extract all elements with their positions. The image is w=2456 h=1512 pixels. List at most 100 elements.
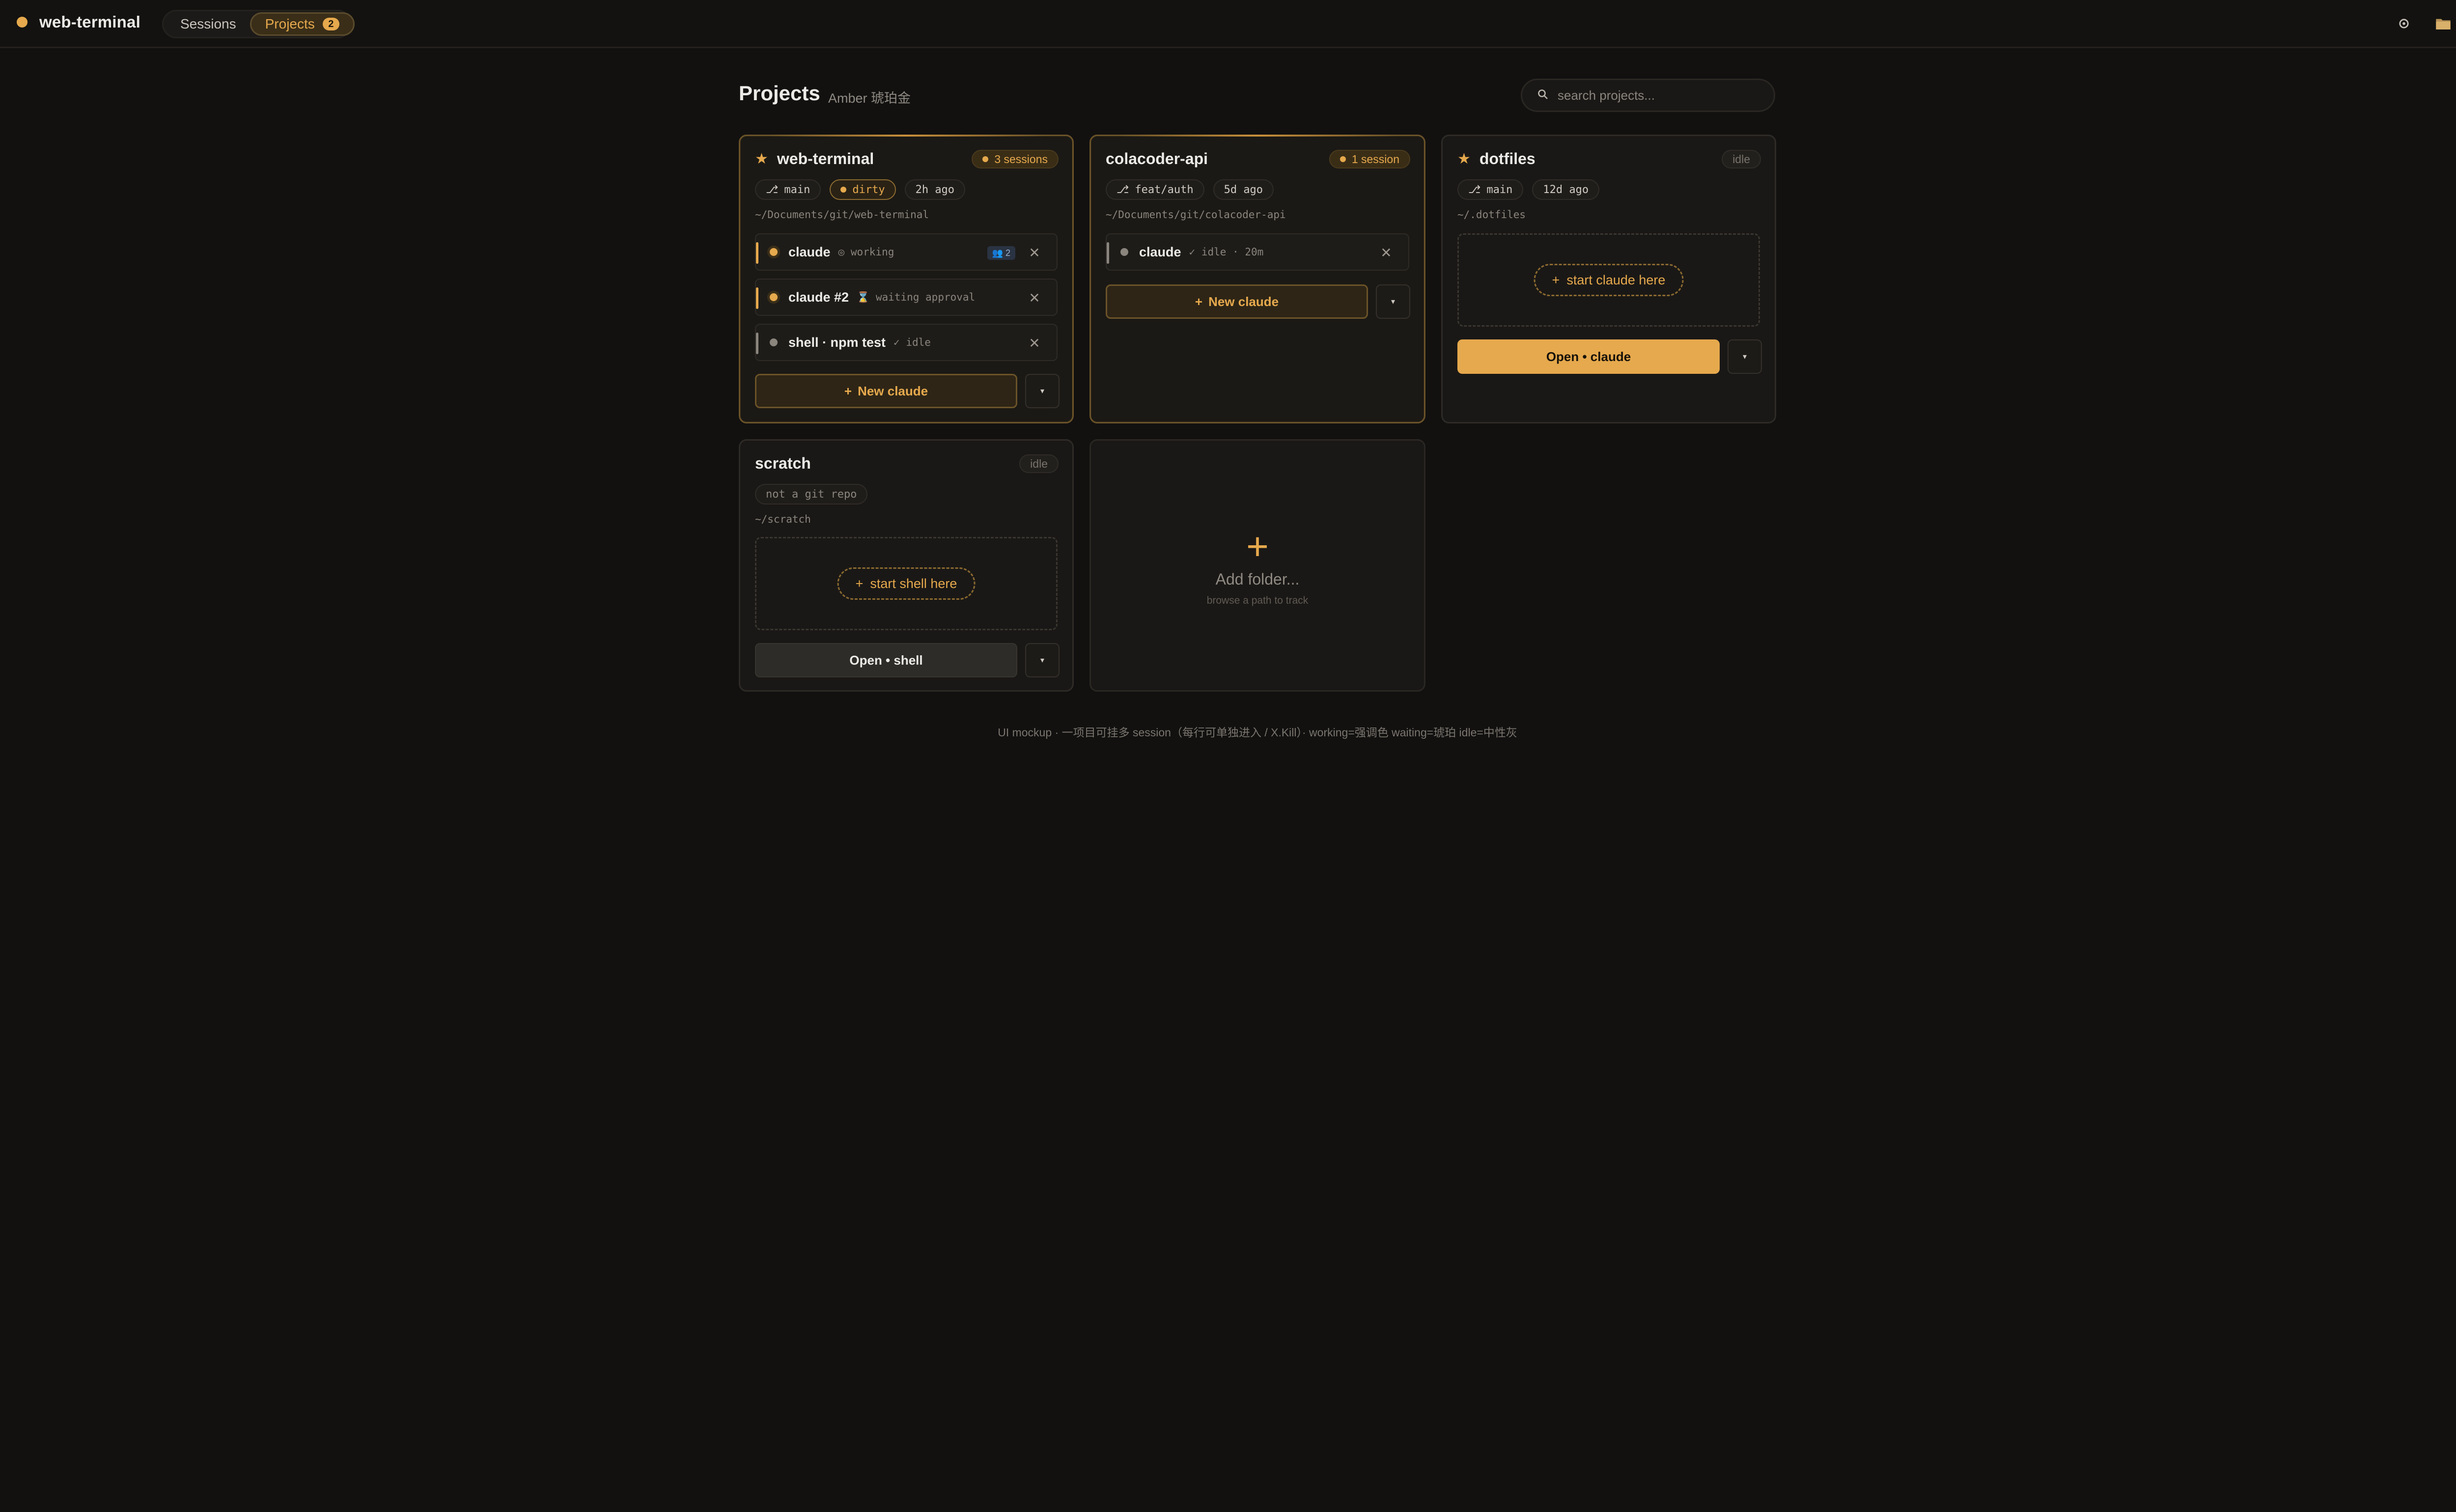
project-name: colacoder-api [1106,150,1208,168]
star-icon[interactable]: ★ [1457,150,1471,168]
folder-icon[interactable] [2434,15,2452,32]
empty-session-area: + start shell here [755,537,1058,630]
close-icon[interactable]: ✕ [1027,336,1042,351]
new-claude-button[interactable]: + New claude [755,374,1017,408]
project-path: ~/Documents/git/web-terminal [755,209,929,221]
idle-label: idle [1030,457,1048,470]
plus-icon: + [1552,272,1560,287]
search-input[interactable] [1558,87,1754,103]
project-path: ~/.dotfiles [1457,209,1526,221]
project-title: ★ dotfiles [1457,150,1535,168]
settings-icon[interactable] [2395,15,2413,32]
start-claude-button[interactable]: + start claude here [1534,264,1684,296]
more-options-button[interactable]: ▾ [1025,643,1060,677]
plus-icon: + [1195,294,1203,309]
more-options-button[interactable]: ▾ [1376,284,1410,319]
session-status-dot-icon [770,293,778,301]
git-chips: ⎇ main dirty 2h ago [755,179,966,200]
add-folder-card[interactable]: + Add folder... browse a path to track [1089,439,1425,692]
start-shell-button[interactable]: + start shell here [837,567,976,600]
session-state: ⌛ waiting approval [857,291,975,304]
not-git-label: not a git repo [766,488,857,501]
open-claude-label: Open • claude [1546,349,1631,364]
empty-session-area: + start claude here [1457,233,1760,327]
session-state: ✓ idle · 20m [1189,246,1264,258]
project-title: colacoder-api [1106,150,1208,168]
plus-icon: + [855,576,864,591]
status-dot-icon [982,156,989,162]
close-icon[interactable]: ✕ [1379,245,1394,260]
project-card-colacoder-api[interactable]: colacoder-api 1 session ⎇ feat/auth 5d ag… [1089,135,1425,423]
page-title: Projects [739,82,820,105]
session-status-dot-icon [770,338,778,346]
caret-down-icon: ▾ [1040,656,1045,665]
project-path: ~/scratch [755,513,811,525]
caret-down-icon: ▾ [1742,353,1747,361]
project-card-dotfiles[interactable]: ★ dotfiles idle ⎇ main 12d ago ~/.dotfile… [1441,135,1776,423]
tab-sessions-label: Sessions [180,16,236,31]
session-name: shell · npm test [788,335,886,350]
session-state-label: waiting approval [875,291,976,303]
not-git-chip: not a git repo [755,484,868,504]
session-row[interactable]: claude #2 ⌛ waiting approval ✕ [755,279,1058,316]
search-icon [1537,88,1549,103]
plus-icon: + [844,383,852,398]
footnote: UI mockup · 一项目可挂多 session（每行可单独进入 / X.K… [998,726,1517,739]
session-state-label: idle [906,336,931,348]
dirty-label: dirty [852,183,885,196]
project-title: ★ web-terminal [755,150,874,168]
plus-icon: + [1246,525,1269,568]
open-shell-button[interactable]: Open • shell [755,643,1017,677]
idle-badge: idle [1019,454,1059,473]
tab-projects[interactable]: Projects 2 [250,12,355,36]
tab-projects-label: Projects [265,16,315,31]
projects-count-badge: 2 [322,18,339,30]
tab-sessions[interactable]: Sessions [167,12,250,36]
updated-label: 12d ago [1543,183,1589,196]
star-icon[interactable]: ★ [755,150,768,168]
check-icon: ✓ [1189,246,1196,258]
add-folder-subtitle: browse a path to track [1206,595,1309,606]
idle-badge: idle [1722,150,1761,168]
start-claude-label: start claude here [1566,272,1666,287]
sessions-badge: 1 session [1329,150,1410,168]
git-chips: not a git repo [755,484,868,504]
session-accent-bar [756,287,758,309]
sessions-count: 1 session [1351,152,1399,166]
more-options-button[interactable]: ▾ [1728,339,1762,374]
viewers-badge: 👥 2 [987,246,1015,260]
close-icon[interactable]: ✕ [1027,290,1042,306]
close-icon[interactable]: ✕ [1027,245,1042,260]
session-row[interactable]: claude ✓ idle · 20m ✕ [1106,233,1409,271]
session-state: ✓ idle [893,336,931,348]
updated-chip: 5d ago [1213,179,1274,200]
toolbar-icons [2395,15,2456,32]
working-icon: ◎ [838,246,845,258]
top-bar: web-terminal Sessions Projects 2 [0,0,2456,48]
branch-icon: ⎇ [766,183,779,196]
more-options-button[interactable]: ▾ [1025,374,1060,408]
session-row[interactable]: shell · npm test ✓ idle ✕ [755,324,1058,361]
caret-down-icon: ▾ [1040,387,1045,395]
project-title: scratch [755,454,811,473]
branch-name: main [1486,183,1513,196]
session-name: claude [788,244,831,259]
search-box[interactable] [1521,79,1775,112]
sessions-badge: 3 sessions [972,150,1059,168]
sessions-count: 3 sessions [994,152,1048,166]
check-icon: ✓ [893,336,900,348]
start-shell-label: start shell here [870,576,957,591]
project-card-web-terminal[interactable]: ★ web-terminal 3 sessions ⎇ main dirty 2h… [739,135,1074,423]
project-card-scratch[interactable]: scratch idle not a git repo ~/scratch + s… [739,439,1074,692]
dirty-dot-icon [840,187,847,193]
add-folder-title: Add folder... [1215,570,1300,588]
branch-name: feat/auth [1135,183,1194,196]
idle-label: idle [1732,152,1750,166]
new-claude-button[interactable]: + New claude [1106,284,1368,319]
branch-chip: ⎇ main [755,179,821,200]
brand[interactable]: web-terminal [17,13,140,31]
git-chips: ⎇ main 12d ago [1457,179,1600,200]
session-row[interactable]: claude ◎ working 👥 2 ✕ [755,233,1058,271]
open-claude-button[interactable]: Open • claude [1457,339,1720,374]
updated-label: 5d ago [1224,183,1263,196]
